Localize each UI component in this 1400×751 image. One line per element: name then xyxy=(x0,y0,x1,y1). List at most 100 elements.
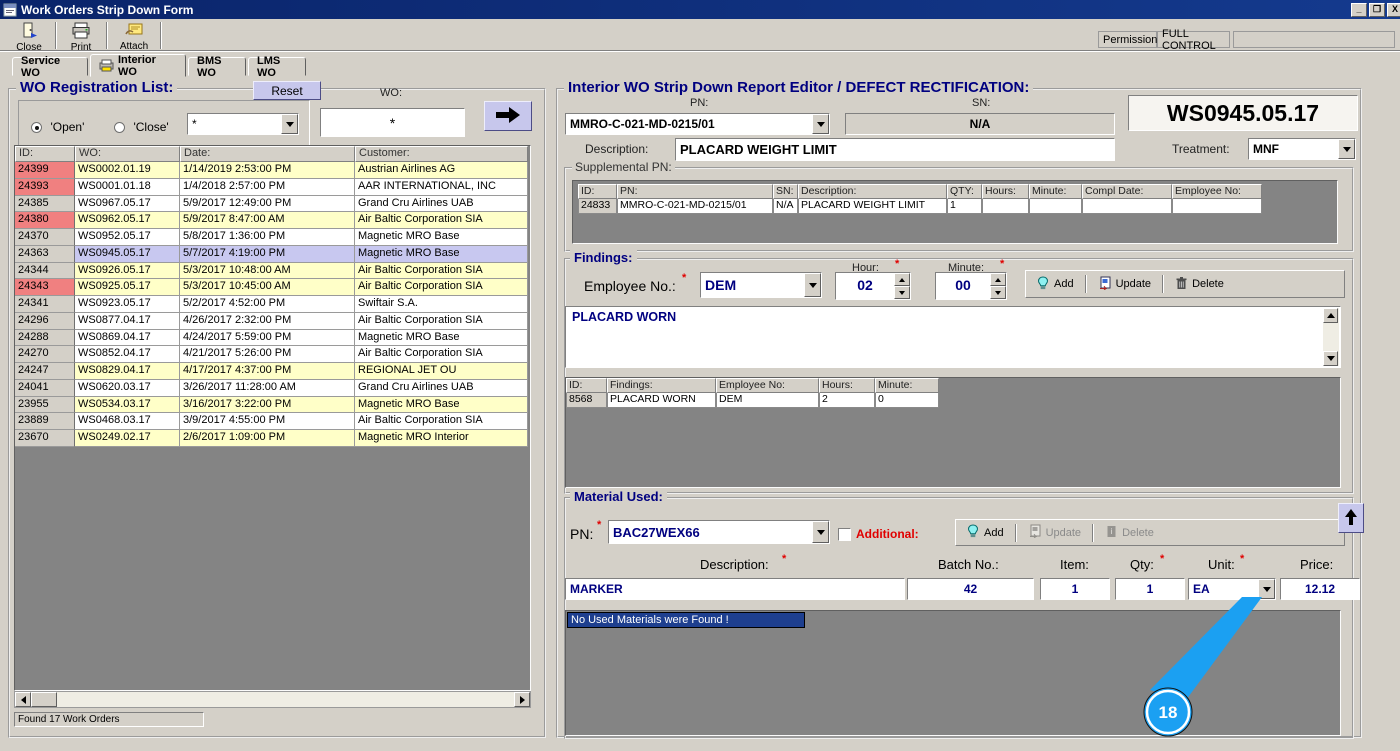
material-add-button[interactable]: Add xyxy=(960,522,1010,543)
spin-up-icon[interactable] xyxy=(894,273,910,286)
chevron-down-icon[interactable] xyxy=(812,114,829,134)
scroll-down-icon[interactable] xyxy=(1323,351,1338,366)
minimize-button[interactable]: _ xyxy=(1351,3,1367,17)
supp-header-pn[interactable]: PN: xyxy=(617,184,773,199)
cell-customer[interactable]: Air Baltic Corporation SIA xyxy=(355,263,528,280)
supp-header-sn[interactable]: SN: xyxy=(773,184,798,199)
cell-customer[interactable]: Air Baltic Corporation SIA xyxy=(355,413,528,430)
table-row[interactable]: 23955WS0534.03.173/16/2017 3:22:00 PMMag… xyxy=(15,397,530,414)
cell-id[interactable]: 24247 xyxy=(15,363,75,380)
supp-header-minute[interactable]: Minute: xyxy=(1029,184,1082,199)
batch-no-field[interactable]: 42 xyxy=(907,578,1034,600)
findings-cell-findings[interactable]: PLACARD WORN xyxy=(607,393,716,408)
spin-down-icon[interactable] xyxy=(894,286,910,299)
cell-id[interactable]: 23889 xyxy=(15,413,75,430)
wo-search-input[interactable]: * xyxy=(320,108,465,137)
cell-wo[interactable]: WS0852.04.17 xyxy=(75,346,180,363)
supp-cell-pn[interactable]: MMRO-C-021-MD-0215/01 xyxy=(617,199,773,214)
table-row[interactable]: 24399WS0002.01.191/14/2019 2:53:00 PMAus… xyxy=(15,162,530,179)
employee-no-combobox[interactable]: DEM xyxy=(700,272,822,298)
minute-spinner[interactable]: 00 xyxy=(935,272,1007,300)
table-row[interactable]: 24385WS0967.05.175/9/2017 12:49:00 PMGra… xyxy=(15,196,530,213)
findings-cell-hours[interactable]: 2 xyxy=(819,393,875,408)
filter-combobox[interactable]: * xyxy=(187,113,299,135)
cell-wo[interactable]: WS0468.03.17 xyxy=(75,413,180,430)
cell-date[interactable]: 4/17/2017 4:37:00 PM xyxy=(180,363,355,380)
cell-id[interactable]: 24344 xyxy=(15,263,75,280)
cell-wo[interactable]: WS0945.05.17 xyxy=(75,246,180,263)
table-row[interactable]: 24393WS0001.01.181/4/2018 2:57:00 PMAAR … xyxy=(15,179,530,196)
supp-header-qty[interactable]: QTY: xyxy=(947,184,982,199)
supp-cell-hours[interactable] xyxy=(982,199,1029,214)
cell-wo[interactable]: WS0869.04.17 xyxy=(75,330,180,347)
go-arrow-button[interactable] xyxy=(484,101,532,131)
cell-date[interactable]: 4/21/2017 5:26:00 PM xyxy=(180,346,355,363)
chevron-down-icon[interactable] xyxy=(281,114,298,134)
cell-customer[interactable]: Air Baltic Corporation SIA xyxy=(355,346,528,363)
cell-id[interactable]: 24341 xyxy=(15,296,75,313)
table-row[interactable]: 24041WS0620.03.173/26/2017 11:28:00 AMGr… xyxy=(15,380,530,397)
findings-header-hours[interactable]: Hours: xyxy=(819,378,875,393)
cell-wo[interactable]: WS0952.05.17 xyxy=(75,229,180,246)
table-row[interactable]: 24270WS0852.04.174/21/2017 5:26:00 PMAir… xyxy=(15,346,530,363)
cell-customer[interactable]: Magnetic MRO Interior xyxy=(355,430,528,447)
cell-id[interactable]: 23955 xyxy=(15,397,75,414)
column-header-customer[interactable]: Customer: xyxy=(355,146,528,162)
cell-date[interactable]: 1/14/2019 2:53:00 PM xyxy=(180,162,355,179)
column-header-id[interactable]: ID: xyxy=(15,146,75,162)
column-header-date[interactable]: Date: xyxy=(180,146,355,162)
cell-id[interactable]: 24363 xyxy=(15,246,75,263)
table-row[interactable]: 24370WS0952.05.175/8/2017 1:36:00 PMMagn… xyxy=(15,229,530,246)
cell-customer[interactable]: REGIONAL JET OU xyxy=(355,363,528,380)
cell-date[interactable]: 5/9/2017 12:49:00 PM xyxy=(180,196,355,213)
cell-id[interactable]: 24288 xyxy=(15,330,75,347)
attach-button[interactable]: Attach xyxy=(112,21,156,50)
cell-id[interactable]: 24041 xyxy=(15,380,75,397)
findings-delete-button[interactable]: Delete xyxy=(1169,274,1230,295)
supp-cell-sn[interactable]: N/A xyxy=(773,199,798,214)
cell-customer[interactable]: Magnetic MRO Base xyxy=(355,330,528,347)
table-row[interactable]: 24343WS0925.05.175/3/2017 10:45:00 AMAir… xyxy=(15,279,530,296)
radio-open-circle[interactable] xyxy=(31,122,42,133)
cell-customer[interactable]: Grand Cru Airlines UAB xyxy=(355,196,528,213)
table-row[interactable]: 24288WS0869.04.174/24/2017 5:59:00 PMMag… xyxy=(15,330,530,347)
supp-header-employee-no[interactable]: Employee No: xyxy=(1172,184,1262,199)
cell-wo[interactable]: WS0249.02.17 xyxy=(75,430,180,447)
supp-cell-minute[interactable] xyxy=(1029,199,1082,214)
cell-date[interactable]: 5/2/2017 4:52:00 PM xyxy=(180,296,355,313)
tab-bms-wo[interactable]: BMS WO xyxy=(188,57,246,76)
cell-date[interactable]: 4/26/2017 2:32:00 PM xyxy=(180,313,355,330)
cell-customer[interactable]: Air Baltic Corporation SIA xyxy=(355,279,528,296)
chevron-down-icon[interactable] xyxy=(812,521,829,543)
findings-textarea[interactable]: PLACARD WORN xyxy=(565,306,1341,368)
cell-id[interactable]: 23670 xyxy=(15,430,75,447)
cell-date[interactable]: 4/24/2017 5:59:00 PM xyxy=(180,330,355,347)
wo-list-hscrollbar[interactable] xyxy=(14,691,531,708)
scroll-right-icon[interactable] xyxy=(514,692,530,707)
price-field[interactable]: 12.12 xyxy=(1280,578,1360,600)
findings-cell-id[interactable]: 8568 xyxy=(566,393,607,408)
table-row[interactable]: 24363WS0945.05.175/7/2017 4:19:00 PMMagn… xyxy=(15,246,530,263)
supp-cell-employee-no[interactable] xyxy=(1172,199,1262,214)
findings-cell-minute[interactable]: 0 xyxy=(875,393,939,408)
spin-up-icon[interactable] xyxy=(990,273,1006,286)
cell-wo[interactable]: WS0002.01.19 xyxy=(75,162,180,179)
findings-update-button[interactable]: Update xyxy=(1092,274,1157,295)
cell-date[interactable]: 3/16/2017 3:22:00 PM xyxy=(180,397,355,414)
cell-customer[interactable]: Austrian Airlines AG xyxy=(355,162,528,179)
hscroll-thumb[interactable] xyxy=(31,692,57,707)
cell-id[interactable]: 24296 xyxy=(15,313,75,330)
cell-date[interactable]: 5/7/2017 4:19:00 PM xyxy=(180,246,355,263)
table-row[interactable]: 23670WS0249.02.172/6/2017 1:09:00 PMMagn… xyxy=(15,430,530,447)
unit-combobox[interactable]: EA xyxy=(1188,578,1276,600)
findings-vscrollbar[interactable] xyxy=(1323,308,1339,366)
hour-spinner[interactable]: 02 xyxy=(835,272,911,300)
cell-id[interactable]: 24385 xyxy=(15,196,75,213)
qty-field[interactable]: 1 xyxy=(1115,578,1185,600)
tab-interior-wo[interactable]: Interior WO xyxy=(90,54,186,77)
cell-customer[interactable]: Grand Cru Airlines UAB xyxy=(355,380,528,397)
restore-button[interactable]: ❐ xyxy=(1369,3,1385,17)
chevron-down-icon[interactable] xyxy=(1258,579,1275,599)
findings-add-button[interactable]: Add xyxy=(1030,274,1080,295)
supp-header-hours[interactable]: Hours: xyxy=(982,184,1029,199)
